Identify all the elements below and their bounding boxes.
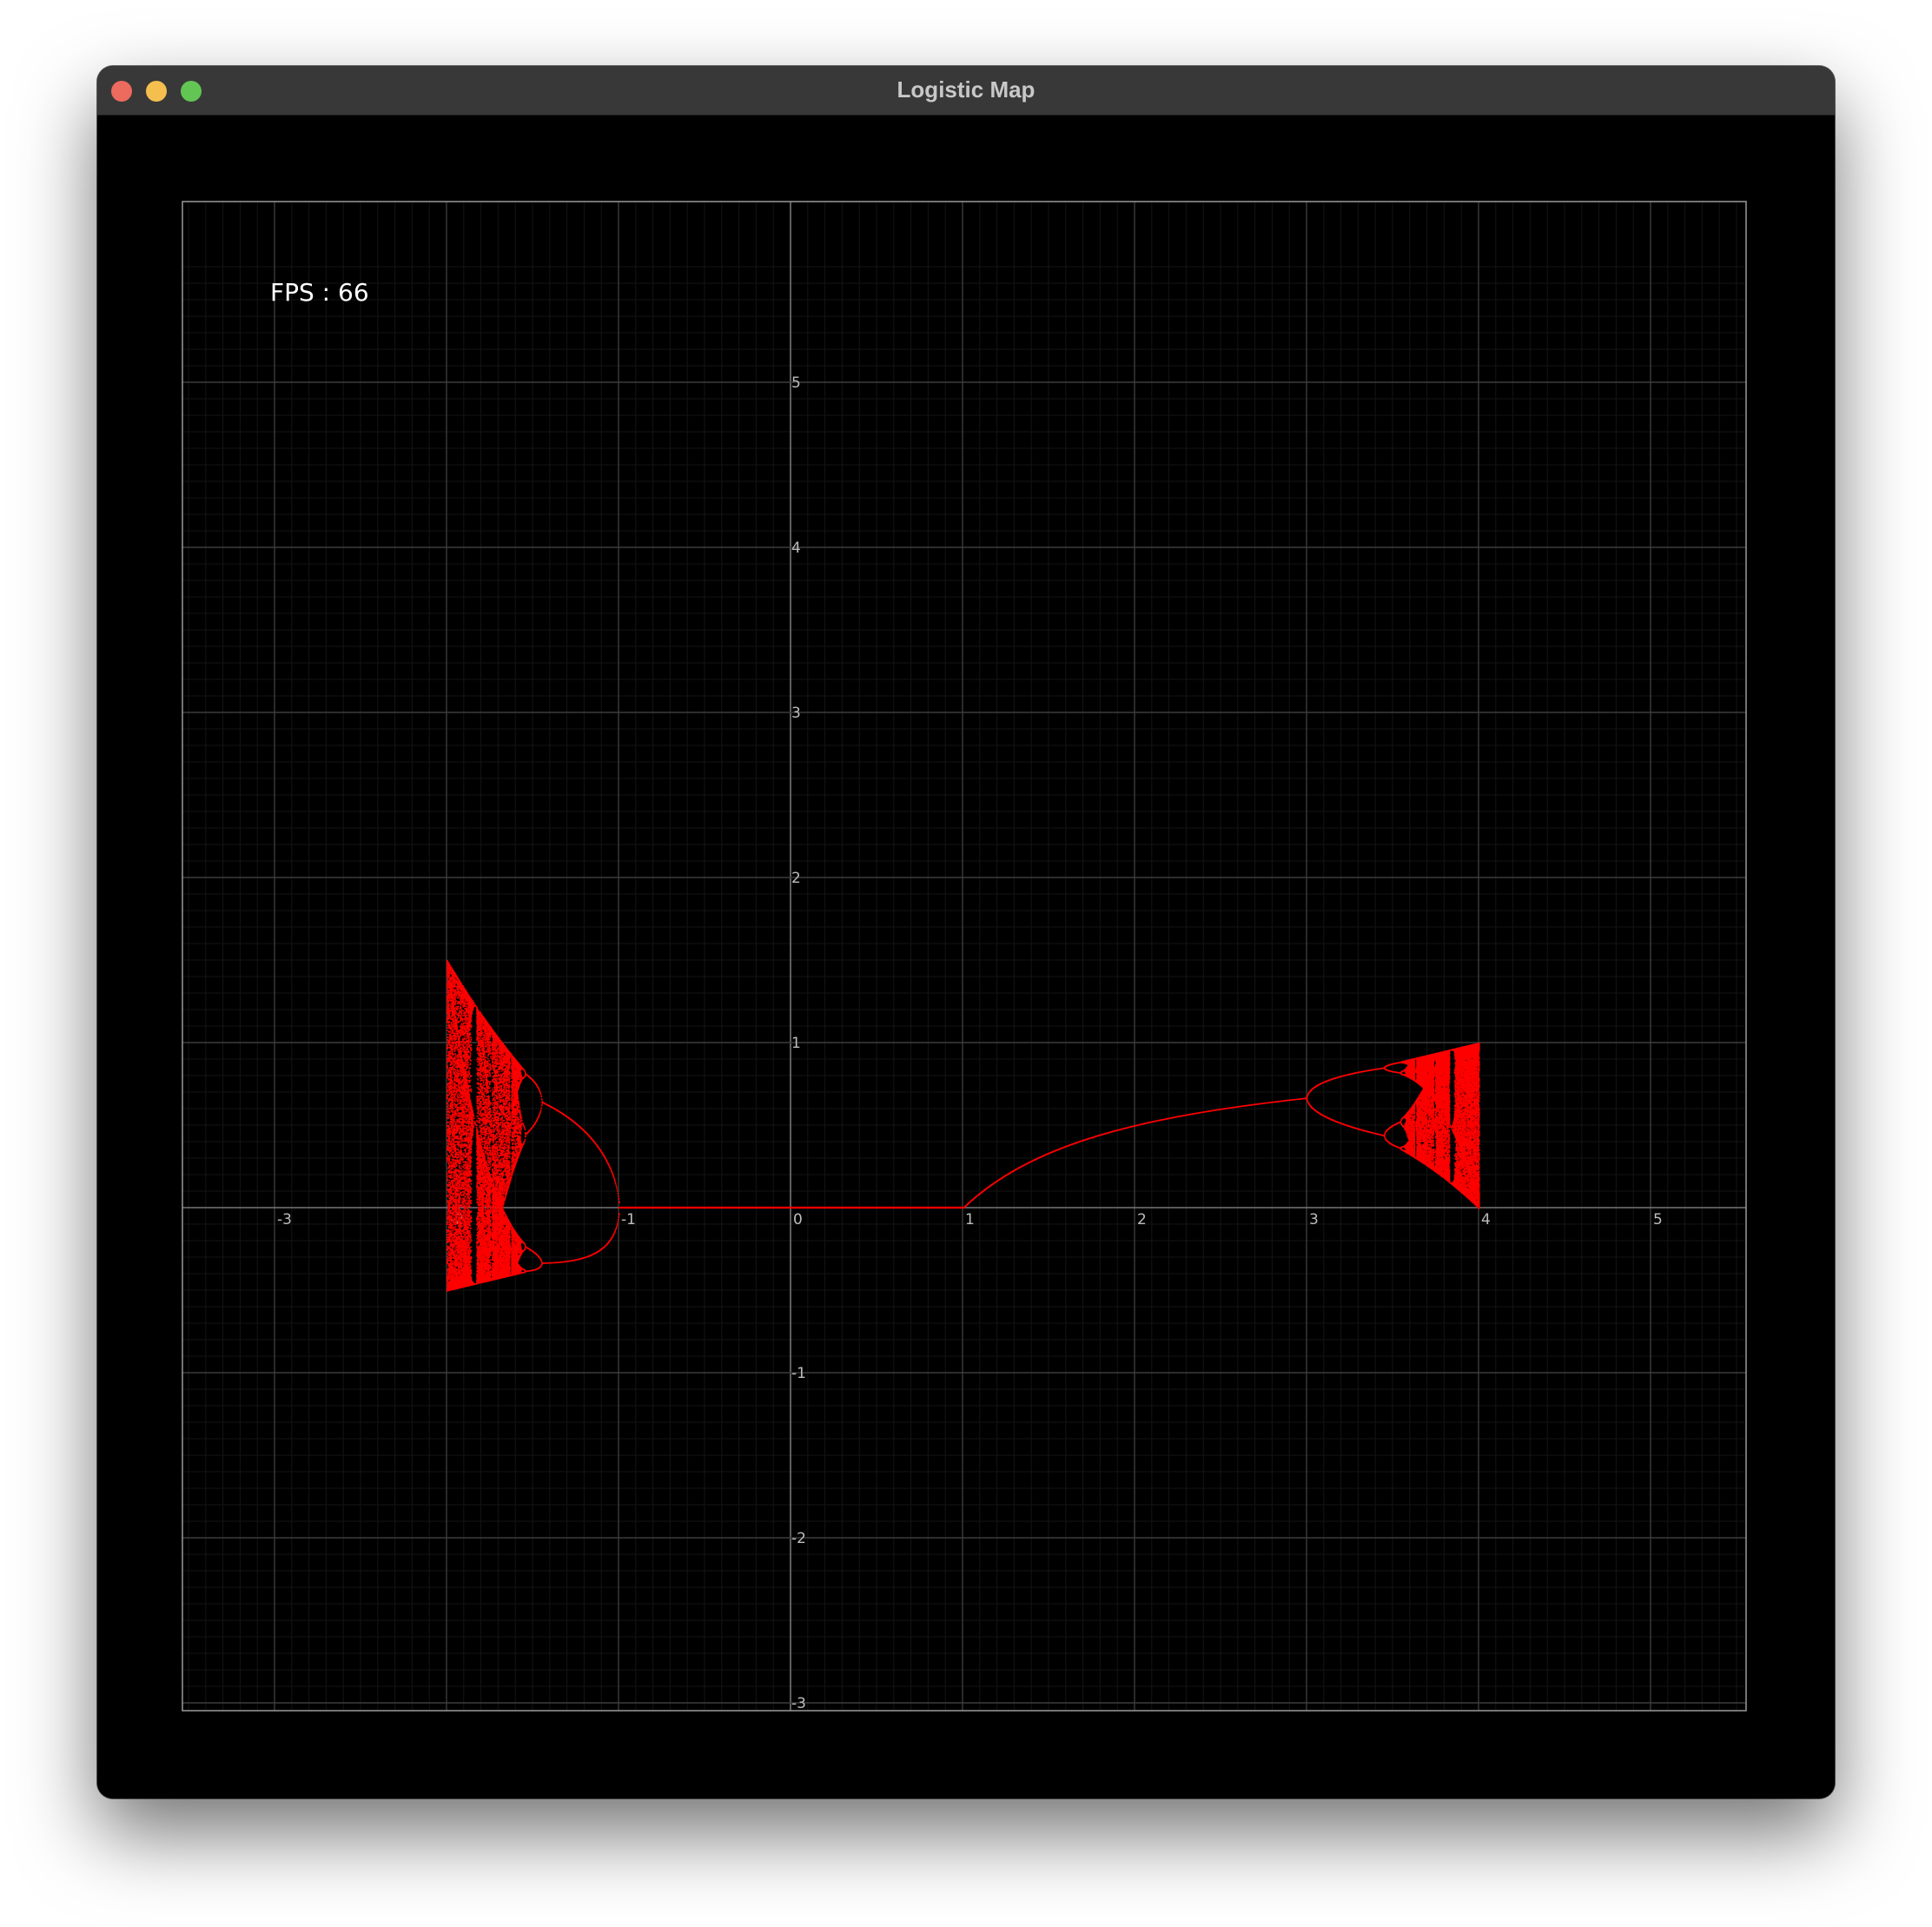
y-tick-label: 2 [791, 870, 801, 887]
window-title: Logistic Map [897, 76, 1035, 103]
plot-background [97, 116, 1835, 1798]
x-tick-label: 3 [1309, 1211, 1319, 1228]
y-tick-label: 3 [791, 705, 801, 722]
y-tick-label: -1 [791, 1365, 806, 1382]
bifurcation-plot: -3-2-1012345 54321-1-2-3 FPS : 66 [97, 116, 1835, 1798]
y-tick-label: -3 [791, 1695, 806, 1712]
canvas-area[interactable]: -3-2-1012345 54321-1-2-3 FPS : 66 [97, 116, 1835, 1798]
app-window: Logistic Map -3-2-1012345 54321-1-2-3 FP… [97, 66, 1835, 1798]
x-tick-label: 5 [1653, 1211, 1663, 1228]
fps-counter: FPS : 66 [270, 278, 369, 307]
x-tick-label: -1 [621, 1211, 636, 1228]
x-tick-label: 2 [1137, 1211, 1147, 1228]
y-tick-label: -2 [791, 1530, 806, 1547]
x-tick-label: -3 [277, 1211, 292, 1228]
y-tick-label: 1 [791, 1035, 801, 1052]
x-tick-label: 0 [793, 1211, 803, 1228]
x-tick-label: 4 [1481, 1211, 1491, 1228]
y-tick-label: 5 [791, 374, 801, 392]
title-bar[interactable]: Logistic Map [97, 66, 1835, 116]
x-tick-label: 1 [965, 1211, 975, 1228]
y-tick-label: 4 [791, 540, 801, 557]
